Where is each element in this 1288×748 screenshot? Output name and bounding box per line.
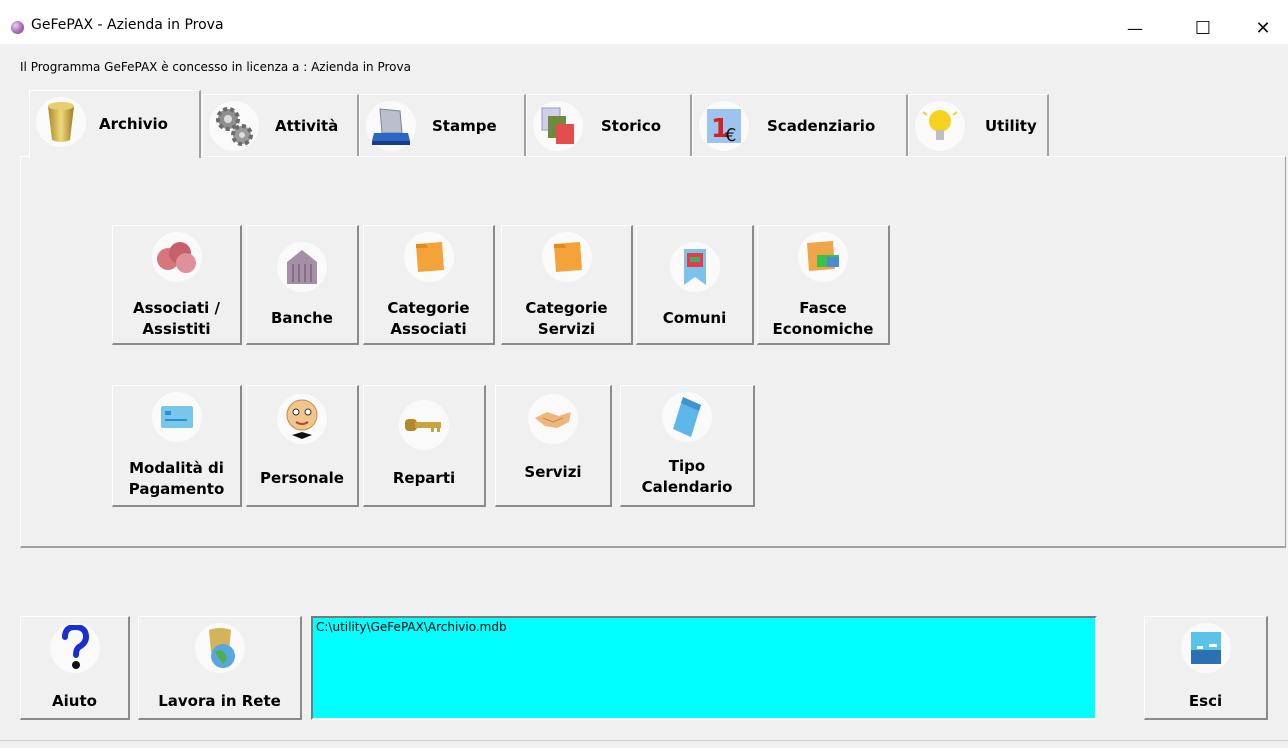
modalita-pagamento-button[interactable]: Modalità di Pagamento	[112, 385, 242, 507]
fasce-economiche-label: Fasce Economiche	[772, 299, 874, 338]
handshake-icon	[528, 394, 578, 444]
tab-scadenziario-label: Scadenziario	[767, 117, 876, 135]
tab-utility-label: Utility	[985, 117, 1037, 135]
gears-icon	[209, 101, 259, 151]
network-globe-icon	[194, 623, 245, 673]
tipo-calendario-label: Tipo Calendario	[641, 457, 733, 496]
euro-calendar-icon: 1 €	[699, 101, 749, 151]
tab-archivio-label: Archivio	[99, 115, 168, 133]
title-bar: GeFePAX - Azienda in Prova — ☐ ✕	[0, 0, 1288, 44]
esci-label: Esci	[1188, 692, 1223, 710]
categorie-servizi-button[interactable]: Categorie Servizi	[501, 225, 633, 345]
modalita-pagamento-label: Modalità di Pagamento	[128, 459, 225, 498]
categorie-associati-label: Categorie Associati	[387, 299, 470, 338]
lavora-in-rete-label: Lavora in Rete	[158, 692, 281, 710]
associati-assistiti-button[interactable]: Associati / Assistiti	[112, 225, 242, 345]
categorie-servizi-label: Categorie Servizi	[525, 299, 608, 338]
minimize-button[interactable]: —	[1112, 12, 1158, 44]
aiuto-label: Aiuto	[52, 692, 97, 710]
banche-label: Banche	[271, 309, 333, 327]
help-question-icon	[49, 623, 100, 673]
tab-storico-label: Storico	[601, 117, 662, 135]
servizi-label: Servizi	[524, 463, 582, 481]
key-icon	[399, 400, 449, 450]
tab-attivita-label: Attività	[275, 117, 339, 135]
tab-panel-archivio: Associati / Assistiti Banche Categorie A…	[20, 156, 1286, 548]
banche-button[interactable]: Banche	[246, 225, 359, 345]
tab-archivio[interactable]: Archivio	[29, 90, 201, 158]
exit-door-icon	[1180, 623, 1231, 673]
database-path-field[interactable]: C:\utility\GeFePAX\Archivio.mdb	[311, 616, 1097, 720]
lavora-in-rete-button[interactable]: Lavora in Rete	[138, 616, 302, 720]
aiuto-button[interactable]: Aiuto	[20, 616, 130, 720]
minimize-icon: —	[1127, 18, 1143, 38]
money-folder-icon	[798, 232, 848, 282]
personale-button[interactable]: Personale	[246, 385, 359, 507]
window-title: GeFePAX - Azienda in Prova	[31, 17, 224, 33]
associati-assistiti-label: Associati / Assistiti	[133, 299, 220, 338]
reparti-button[interactable]: Reparti	[363, 385, 486, 507]
esci-button[interactable]: Esci	[1144, 616, 1268, 720]
history-docs-icon	[533, 101, 583, 151]
bank-icon	[277, 242, 327, 292]
folder-icon	[541, 232, 592, 282]
svg-text:€: €	[725, 125, 736, 146]
fasce-economiche-button[interactable]: Fasce Economiche	[757, 225, 890, 345]
calendar-icon	[662, 392, 712, 442]
tipo-calendario-button[interactable]: Tipo Calendario	[620, 385, 755, 507]
database-path-text: C:\utility\GeFePAX\Archivio.mdb	[316, 620, 507, 634]
archive-cylinder-icon	[36, 97, 86, 147]
app-icon	[11, 21, 24, 34]
folder-icon	[403, 232, 454, 282]
printer-icon	[366, 101, 416, 151]
license-label: Il Programma GeFePAX è concesso in licen…	[20, 60, 411, 74]
personale-label: Personale	[260, 469, 344, 487]
tab-attivita[interactable]: Attività	[202, 94, 359, 156]
person-face-icon	[277, 394, 327, 444]
categorie-associati-button[interactable]: Categorie Associati	[363, 225, 495, 345]
reparti-label: Reparti	[392, 469, 456, 487]
maximize-button[interactable]: ☐	[1180, 12, 1226, 44]
close-icon: ✕	[1255, 17, 1271, 39]
tab-utility[interactable]: Utility	[908, 94, 1049, 156]
credit-card-icon	[151, 392, 202, 442]
people-icon	[151, 232, 202, 282]
servizi-button[interactable]: Servizi	[495, 385, 612, 507]
comuni-button[interactable]: Comuni	[636, 225, 754, 345]
tab-storico[interactable]: Storico	[526, 94, 692, 156]
close-button[interactable]: ✕	[1240, 12, 1286, 44]
town-banner-icon	[669, 242, 720, 292]
tab-stampe-label: Stampe	[432, 117, 497, 135]
tab-scadenziario[interactable]: 1 € Scadenziario	[692, 94, 908, 156]
tab-stampe[interactable]: Stampe	[359, 94, 526, 156]
comuni-label: Comuni	[662, 309, 727, 327]
maximize-icon: ☐	[1194, 17, 1212, 39]
lightbulb-icon	[915, 101, 965, 151]
